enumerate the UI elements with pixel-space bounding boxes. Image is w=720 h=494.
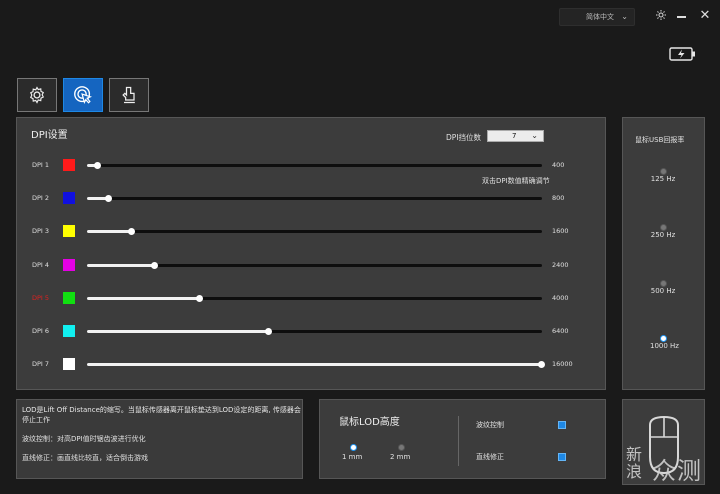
language-select[interactable]: 简体中文 ⌄ [559,8,635,26]
lod-panel-title: 鼠标LOD高度 [339,417,400,428]
dpi-row-label: DPI 7 [32,360,50,368]
usb-rate-radio[interactable] [660,224,667,231]
lod-height-label: 2 mm [390,453,411,461]
dpi-value[interactable]: 2400 [552,261,569,269]
hand-pointer-icon [122,86,135,104]
dpi-color-swatch[interactable] [63,358,75,370]
dpi-slider-fill [87,230,133,233]
dpi-levels-value: 7 [512,132,517,140]
close-icon[interactable]: ✕ [697,8,713,24]
dpi-slider-fill [87,363,542,366]
dpi-value[interactable]: 800 [552,194,564,202]
dpi-panel-title: DPI设置 [31,130,68,141]
lod-toggle-label: 波纹控制 [476,421,504,429]
lod-toggle-label: 直线修正 [476,453,504,461]
lod-toggle-checkbox[interactable] [558,421,566,429]
dpi-color-swatch[interactable] [63,292,75,304]
lod-height-radio[interactable] [398,444,405,451]
dpi-row-label: DPI 2 [32,194,50,202]
click-target-icon [74,86,93,104]
dpi-row-label: DPI 3 [32,227,50,235]
divider [458,416,459,466]
dpi-color-swatch[interactable] [63,325,75,337]
dpi-slider-handle[interactable] [93,162,101,169]
dpi-value[interactable]: 400 [552,161,564,169]
watermark-char-1: 新 [626,445,644,464]
usb-rate-radio[interactable] [660,335,667,342]
dpi-slider-handle[interactable] [128,228,135,235]
lod-height-radio[interactable] [350,444,357,451]
usb-rate-label: 1000 Hz [650,342,679,350]
dpi-slider[interactable] [87,262,542,269]
dpi-slider-handle[interactable] [537,361,545,368]
dpi-slider[interactable] [87,295,542,302]
dpi-slider[interactable] [87,195,542,202]
dpi-slider-handle[interactable] [150,262,158,269]
chevron-down-icon: ⌄ [531,131,538,140]
lod-description: LOD是Lift Off Distance的缩写。当鼠标传感器离开鼠标垫达到LO… [22,406,301,424]
tab-dpi[interactable] [63,78,103,112]
watermark-char-2: 浪 [626,462,644,481]
dpi-slider[interactable] [87,228,542,235]
dpi-levels-label: DPI挡位数 [446,133,482,142]
usb-rate-radio[interactable] [660,168,667,175]
dpi-color-swatch[interactable] [63,259,75,271]
dpi-levels-select[interactable]: 7 ⌄ [487,130,544,142]
watermark-logo-left: 新 浪 [626,446,643,480]
dpi-row-label: DPI 6 [32,327,50,335]
dpi-hint-text: 双击DPI数值精确调节 [482,177,550,185]
dpi-slider[interactable] [87,328,542,335]
dpi-value[interactable]: 16000 [552,360,573,368]
ripple-control-description: 波纹控制：对高DPI值时锯齿波进行优化 [22,435,146,443]
dpi-row-label: DPI 4 [32,261,50,269]
usb-rate-label: 125 Hz [650,175,676,183]
usb-rate-label: 500 Hz [650,287,676,295]
dpi-settings-panel [16,117,606,390]
tab-macro[interactable] [109,78,149,112]
dpi-row-label: DPI 1 [32,161,50,169]
dpi-value[interactable]: 4000 [552,294,569,302]
tab-settings[interactable] [17,78,57,112]
usb-panel-title: 鼠标USB回报率 [635,136,685,144]
dpi-slider-fill [87,297,201,300]
dpi-slider[interactable] [87,162,542,169]
dpi-value[interactable]: 1600 [552,227,569,235]
dpi-value[interactable]: 6400 [552,327,569,335]
dpi-slider-fill [87,264,156,267]
dpi-color-swatch[interactable] [63,159,75,171]
lod-height-label: 1 mm [342,453,363,461]
lod-panel [319,399,606,479]
settings-gear-icon[interactable] [653,9,669,25]
lod-toggle-checkbox[interactable] [558,453,566,461]
chevron-down-icon: ⌄ [621,12,628,21]
gear-icon [29,86,45,104]
dpi-slider-fill [87,330,269,333]
dpi-color-swatch[interactable] [63,192,75,204]
usb-rate-label: 250 Hz [650,231,676,239]
battery-charging-icon [669,46,697,65]
dpi-color-swatch[interactable] [63,225,75,237]
language-select-value: 简体中文 [586,13,614,21]
dpi-row-label: DPI 5 [32,294,50,302]
dpi-slider[interactable] [87,361,545,368]
dpi-slider-handle[interactable] [264,328,272,335]
minimize-icon[interactable] [677,16,686,18]
watermark-text: 众测 [652,457,702,485]
angle-snapping-description: 直线修正：画直线比较直，适合倒击游戏 [22,454,148,462]
usb-rate-radio[interactable] [660,280,667,287]
